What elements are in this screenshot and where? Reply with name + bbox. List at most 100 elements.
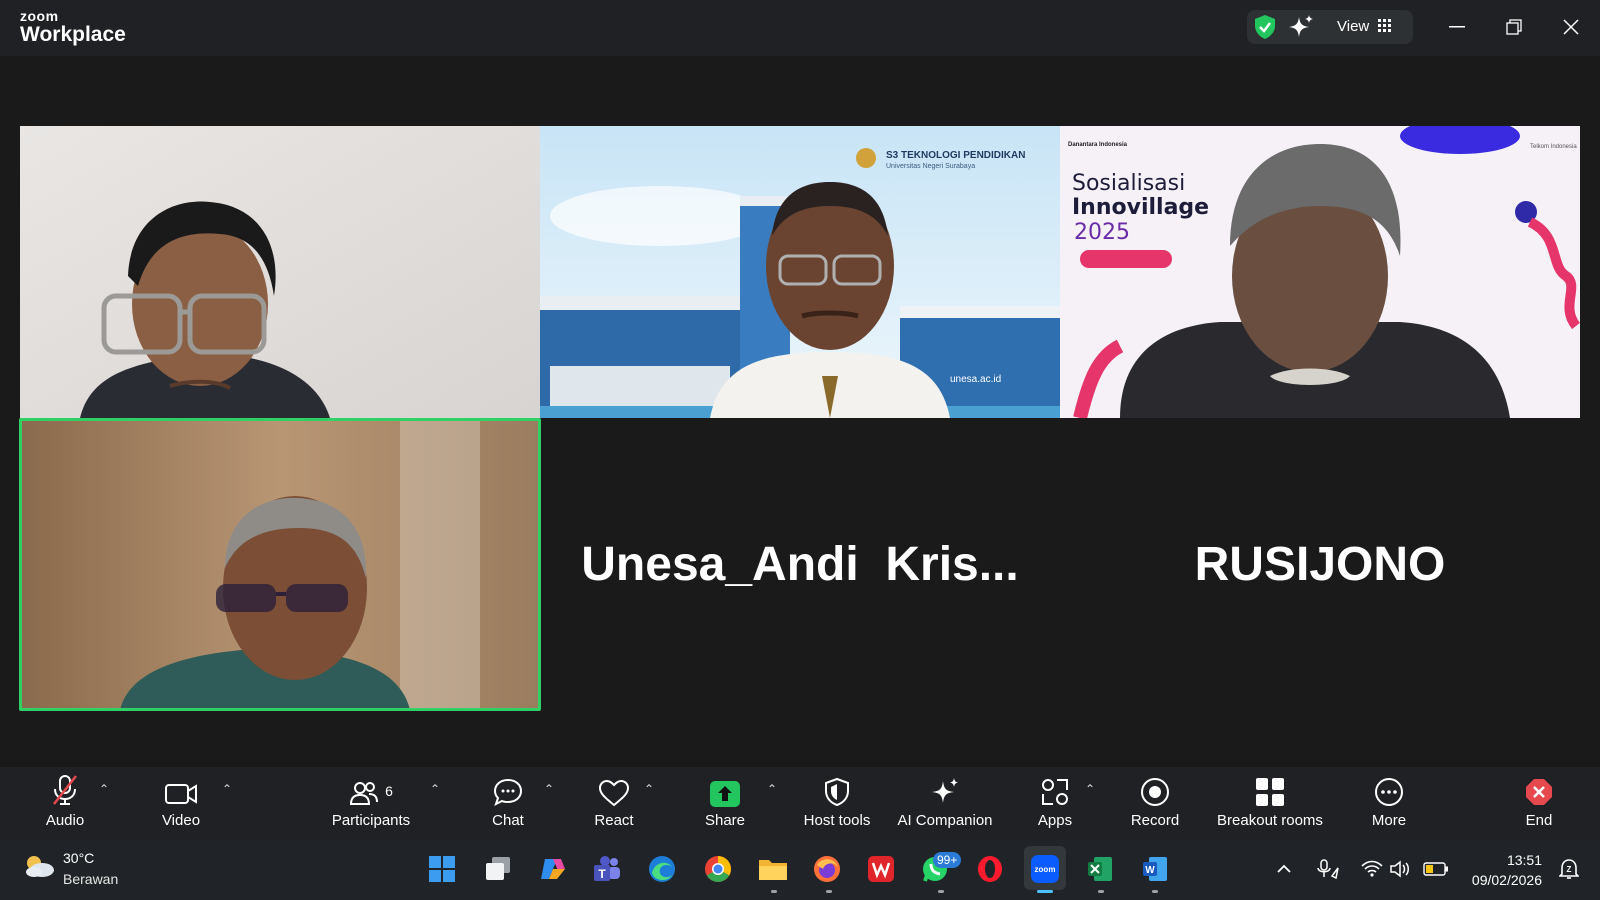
wifi-icon[interactable] (1360, 852, 1384, 886)
taskbar-time[interactable]: 13:51 (1468, 852, 1542, 868)
word-running-indicator (1152, 890, 1158, 893)
view-grid-icon[interactable] (1378, 19, 1392, 38)
participant-name-tile-1[interactable]: Unesa_Andi Kris... (540, 418, 1060, 710)
host-tools-label: Host tools (803, 812, 871, 829)
video-tile-participant-1[interactable] (20, 126, 540, 418)
encryption-shield-icon[interactable] (1253, 14, 1277, 45)
restore-icon[interactable] (1499, 14, 1529, 40)
show-hidden-icons-chevron-icon[interactable] (1274, 852, 1294, 886)
file-explorer-icon[interactable] (756, 852, 790, 886)
task-view-icon[interactable] (481, 852, 515, 886)
share-label: Share (704, 812, 746, 829)
svg-text:T: T (598, 867, 606, 881)
breakout-rooms-button[interactable]: Breakout rooms (1210, 767, 1330, 840)
bg-title-line1: Sosialisasi (1072, 171, 1185, 196)
wps-office-icon[interactable] (864, 852, 898, 886)
breakout-rooms-icon (1210, 767, 1330, 807)
opera-icon[interactable] (973, 852, 1007, 886)
zoom-active-indicator (1037, 890, 1053, 893)
apps-icon (1025, 767, 1085, 807)
participant-name-2: RUSIJONO (1194, 537, 1446, 591)
chat-icon (478, 767, 538, 807)
end-meeting-button[interactable]: End (1509, 767, 1569, 840)
audio-label: Audio (45, 812, 85, 829)
firefox-icon[interactable] (810, 852, 844, 886)
audio-button[interactable]: Audio (35, 767, 95, 840)
volume-icon[interactable] (1388, 852, 1412, 886)
mic-location-icon[interactable] (1316, 852, 1340, 886)
react-options-chevron-icon[interactable]: ⌃ (644, 782, 654, 796)
participants-icon: 6 (330, 767, 412, 807)
audio-options-chevron-icon[interactable]: ⌃ (99, 782, 109, 796)
participant-name-1: Unesa_Andi Kris... (581, 537, 1019, 591)
battery-icon[interactable] (1421, 852, 1451, 886)
video-button[interactable]: Video (151, 767, 211, 840)
taskbar-date[interactable]: 09/02/2026 (1448, 872, 1542, 888)
copilot-icon[interactable] (536, 852, 570, 886)
breakout-rooms-label: Breakout rooms (1217, 812, 1323, 829)
participants-options-chevron-icon[interactable]: ⌃ (430, 782, 440, 796)
bg-title-text: S3 TEKNOLOGI PENDIDIKAN (886, 150, 1025, 161)
more-dots-icon (1359, 767, 1419, 807)
ai-sparkle-icon[interactable] (1288, 14, 1314, 45)
video-tile-participant-3[interactable]: Danantara Indonesia Telkom Indonesia Sos… (1060, 126, 1580, 418)
ai-companion-button[interactable]: AI Companion (895, 767, 995, 840)
bg-sponsor-text: Telkom Indonesia (1530, 144, 1577, 150)
chat-label: Chat (492, 812, 524, 829)
chrome-browser-icon[interactable] (701, 852, 735, 886)
host-shield-icon (797, 767, 877, 807)
share-options-chevron-icon[interactable]: ⌃ (767, 782, 777, 796)
excel-icon[interactable] (1083, 852, 1117, 886)
bg-url-text: unesa.ac.id (950, 374, 1001, 385)
mic-muted-icon (35, 767, 95, 807)
weather-cloud-icon[interactable] (22, 853, 56, 884)
minimize-icon[interactable] (1442, 14, 1472, 40)
camera-icon (151, 767, 211, 807)
end-icon (1509, 767, 1569, 807)
apps-label: Apps (1037, 812, 1073, 829)
edge-browser-icon[interactable] (645, 852, 679, 886)
end-label: End (1525, 812, 1553, 829)
more-button[interactable]: More (1359, 767, 1419, 840)
windows-start-icon[interactable] (425, 852, 459, 886)
participant-name-tile-2[interactable]: RUSIJONO (1060, 418, 1580, 710)
brand-top: zoom (20, 8, 59, 24)
record-button[interactable]: Record (1125, 767, 1185, 840)
teams-icon[interactable]: T (590, 852, 624, 886)
participants-label: Participants (331, 812, 411, 829)
participants-button[interactable]: 6 Participants (330, 767, 412, 840)
apps-options-chevron-icon[interactable]: ⌃ (1085, 782, 1095, 796)
share-button[interactable]: Share (695, 767, 755, 840)
video-tile-participant-2[interactable]: S3 TEKNOLOGI PENDIDIKAN Universitas Nege… (540, 126, 1060, 418)
heart-icon (584, 767, 644, 807)
title-bar: zoom Workplace View (0, 0, 1600, 56)
bg-year: 2025 (1074, 220, 1130, 245)
bg-subtitle-text: Universitas Negeri Surabaya (886, 163, 975, 170)
svg-text:W: W (1145, 865, 1155, 876)
bg-title-line2: Innovillage (1072, 195, 1209, 220)
weather-temperature[interactable]: 30°C (63, 850, 94, 866)
apps-button[interactable]: Apps (1025, 767, 1085, 840)
weather-condition[interactable]: Berawan (63, 871, 118, 887)
close-icon[interactable] (1556, 14, 1586, 40)
ai-companion-sparkle-icon (895, 767, 995, 807)
video-options-chevron-icon[interactable]: ⌃ (222, 782, 232, 796)
video-tile-active-speaker[interactable] (20, 418, 540, 710)
view-button[interactable]: View (1337, 18, 1369, 35)
whatsapp-badge: 99+ (933, 852, 962, 868)
word-icon[interactable]: W (1138, 852, 1172, 886)
notification-bell-icon[interactable]: Z (1557, 852, 1581, 886)
svg-text:Z: Z (1567, 865, 1572, 874)
file-explorer-running-indicator (771, 890, 777, 893)
ai-companion-label: AI Companion (897, 812, 993, 829)
record-label: Record (1130, 812, 1180, 829)
whatsapp-running-indicator (938, 890, 944, 893)
record-icon (1125, 767, 1185, 807)
react-button[interactable]: React (584, 767, 644, 840)
chat-options-chevron-icon[interactable]: ⌃ (544, 782, 554, 796)
chat-button[interactable]: Chat (478, 767, 538, 840)
svg-text:zoom: zoom (1035, 865, 1056, 874)
zoom-logo: zoom Workplace (20, 9, 126, 45)
zoom-app-icon[interactable]: zoom (1028, 852, 1062, 886)
host-tools-button[interactable]: Host tools (797, 767, 877, 840)
